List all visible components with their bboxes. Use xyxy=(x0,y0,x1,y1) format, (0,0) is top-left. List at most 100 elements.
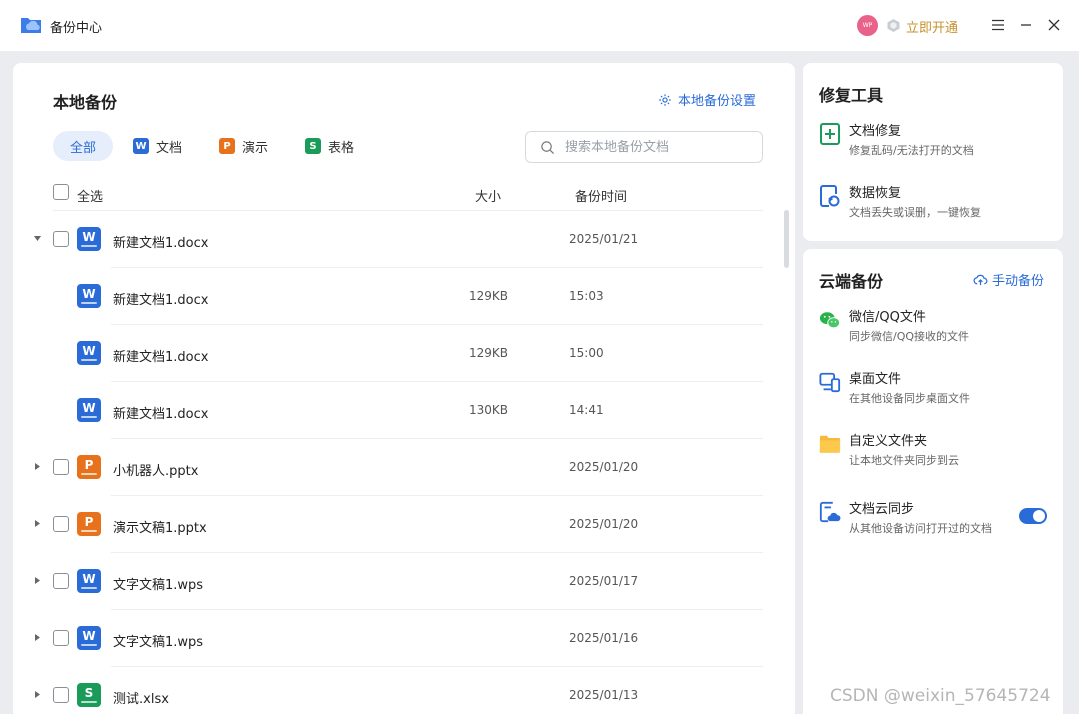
backup-file-row[interactable]: P 演示文稿1.pptx 2025/01/20 xyxy=(13,496,783,553)
app-title: 备份中心 xyxy=(50,21,103,36)
manual-backup-button[interactable]: 手动备份 xyxy=(973,270,1044,289)
presentation-file-icon: P xyxy=(77,512,101,536)
backup-time-column-header: 备份时间 xyxy=(575,190,628,205)
backup-time: 2025/01/20 xyxy=(569,517,639,531)
close-icon[interactable] xyxy=(1045,16,1063,34)
doc-cloud-sync-desc: 从其他设备访问打开过的文档 xyxy=(849,522,992,535)
wechat-qq-files-title: 微信/QQ文件 xyxy=(849,310,926,325)
data-recovery-item[interactable]: 数据恢复 文档丢失或误删，一键恢复 xyxy=(819,182,1049,226)
tab-documents[interactable]: W 文档 xyxy=(133,131,182,161)
size-column-header: 大小 xyxy=(475,190,502,205)
expanded-arrow-icon[interactable] xyxy=(33,234,42,243)
collapsed-arrow-icon[interactable] xyxy=(33,690,42,699)
backup-file-row[interactable]: W 文字文稿1.wps 2025/01/16 xyxy=(13,610,783,667)
collapsed-arrow-icon[interactable] xyxy=(33,462,42,471)
presentation-file-icon: P xyxy=(77,455,101,479)
doc-cloud-sync-item[interactable]: 文档云同步 从其他设备访问打开过的文档 xyxy=(819,498,999,542)
backup-file-row[interactable]: P 小机器人.pptx 2025/01/20 xyxy=(13,439,783,496)
tab-documents-label: 文档 xyxy=(156,140,183,156)
local-backup-panel: 本地备份 本地备份设置 全部 W 文档 P 演示 S 表格 全选 大小 备份时间… xyxy=(13,63,795,714)
desktop-files-item[interactable]: 桌面文件 在其他设备同步桌面文件 xyxy=(819,368,1049,412)
cloud-doc-icon xyxy=(819,501,841,523)
file-name[interactable]: 新建文档1.docx xyxy=(113,289,208,308)
row-checkbox[interactable] xyxy=(53,459,69,475)
tab-spreadsheets[interactable]: S 表格 xyxy=(305,131,354,161)
repair-tools-title: 修复工具 xyxy=(819,86,884,105)
backup-file-row[interactable]: W 新建文档1.docx 2025/01/21 xyxy=(13,211,783,268)
minimize-icon[interactable] xyxy=(1017,16,1035,34)
collapsed-arrow-icon[interactable] xyxy=(33,519,42,528)
repair-tools-panel: 修复工具 文档修复 修复乱码/无法打开的文档 数据恢复 文档丢失或误删，一键恢复 xyxy=(803,63,1063,241)
file-name[interactable]: 文字文稿1.wps xyxy=(113,631,203,650)
backup-time: 2025/01/20 xyxy=(569,460,639,474)
backup-file-row[interactable]: S 测试.xlsx 2025/01/13 xyxy=(13,667,783,714)
row-checkbox[interactable] xyxy=(53,687,69,703)
local-backup-settings-link[interactable]: 本地备份设置 xyxy=(658,90,756,109)
select-all-label: 全选 xyxy=(77,190,104,205)
file-name[interactable]: 测试.xlsx xyxy=(113,688,169,707)
custom-folder-item[interactable]: 自定义文件夹 让本地文件夹同步到云 xyxy=(819,430,1049,474)
doc-repair-icon xyxy=(820,123,840,145)
wechat-qq-files-item[interactable]: 微信/QQ文件 同步微信/QQ接收的文件 xyxy=(819,306,1049,350)
word-file-icon: W xyxy=(77,284,101,308)
spreadsheet-file-icon: S xyxy=(77,683,101,707)
search-icon xyxy=(541,140,555,154)
backup-file-row[interactable]: W 文字文稿1.wps 2025/01/17 xyxy=(13,553,783,610)
vip-open-button[interactable]: 立即开通 xyxy=(906,17,958,36)
doc-repair-item[interactable]: 文档修复 修复乱码/无法打开的文档 xyxy=(819,120,1049,164)
desktop-files-desc: 在其他设备同步桌面文件 xyxy=(849,392,970,405)
data-recovery-desc: 文档丢失或误删，一键恢复 xyxy=(849,206,981,219)
file-name[interactable]: 新建文档1.docx xyxy=(113,403,208,422)
folder-icon xyxy=(819,435,841,453)
backup-version-row[interactable]: W 新建文档1.docx 129KB 15:03 xyxy=(13,268,783,325)
search-input[interactable] xyxy=(565,139,745,155)
backup-time: 2025/01/13 xyxy=(569,688,639,702)
file-size: 130KB xyxy=(469,403,509,417)
custom-folder-desc: 让本地文件夹同步到云 xyxy=(849,454,959,467)
tab-presentations-label: 演示 xyxy=(242,140,269,156)
file-name[interactable]: 演示文稿1.pptx xyxy=(113,517,207,536)
cloud-backup-panel: 云端备份 手动备份 微信/QQ文件 同步微信/QQ接收的文件 桌面文件 在其他设… xyxy=(803,249,1063,714)
file-name[interactable]: 小机器人.pptx xyxy=(113,460,198,479)
menu-icon[interactable] xyxy=(989,16,1007,34)
wechat-icon xyxy=(819,312,841,329)
tab-all[interactable]: 全部 xyxy=(53,131,113,161)
data-recovery-title: 数据恢复 xyxy=(849,186,902,201)
word-file-icon: W xyxy=(77,398,101,422)
select-all-checkbox[interactable] xyxy=(53,184,69,200)
doc-cloud-sync-toggle[interactable] xyxy=(1019,508,1047,524)
collapsed-arrow-icon[interactable] xyxy=(33,633,42,642)
word-file-icon: W xyxy=(77,227,101,251)
local-backup-title: 本地备份 xyxy=(53,93,118,112)
desktop-icon xyxy=(819,372,841,393)
word-file-icon: W xyxy=(77,626,101,650)
row-checkbox[interactable] xyxy=(53,630,69,646)
desktop-files-title: 桌面文件 xyxy=(849,372,902,387)
scrollbar[interactable] xyxy=(784,210,789,268)
row-checkbox[interactable] xyxy=(53,516,69,532)
backup-center-logo-icon xyxy=(21,18,41,33)
file-name[interactable]: 文字文稿1.wps xyxy=(113,574,203,593)
collapsed-arrow-icon[interactable] xyxy=(33,576,42,585)
row-checkbox[interactable] xyxy=(53,231,69,247)
doc-repair-title: 文档修复 xyxy=(849,124,902,139)
search-box[interactable] xyxy=(525,131,763,163)
wechat-qq-files-desc: 同步微信/QQ接收的文件 xyxy=(849,330,970,343)
row-checkbox[interactable] xyxy=(53,573,69,589)
backup-time: 2025/01/21 xyxy=(569,232,639,246)
settings-link-label: 本地备份设置 xyxy=(678,94,757,109)
toggle-knob xyxy=(1033,510,1045,522)
spreadsheet-icon: S xyxy=(305,138,321,154)
tab-all-label: 全部 xyxy=(69,140,96,156)
tab-presentations[interactable]: P 演示 xyxy=(219,131,268,161)
backup-time: 2025/01/16 xyxy=(569,631,639,645)
file-size: 129KB xyxy=(469,346,509,360)
backup-version-row[interactable]: W 新建文档1.docx 130KB 14:41 xyxy=(13,382,783,439)
file-name[interactable]: 新建文档1.docx xyxy=(113,232,208,251)
word-file-icon: W xyxy=(77,341,101,365)
cloud-backup-title: 云端备份 xyxy=(819,272,884,291)
backup-version-row[interactable]: W 新建文档1.docx 129KB 15:00 xyxy=(13,325,783,382)
file-name[interactable]: 新建文档1.docx xyxy=(113,346,208,365)
backup-time: 15:00 xyxy=(569,346,604,360)
avatar[interactable]: WP xyxy=(857,15,878,36)
